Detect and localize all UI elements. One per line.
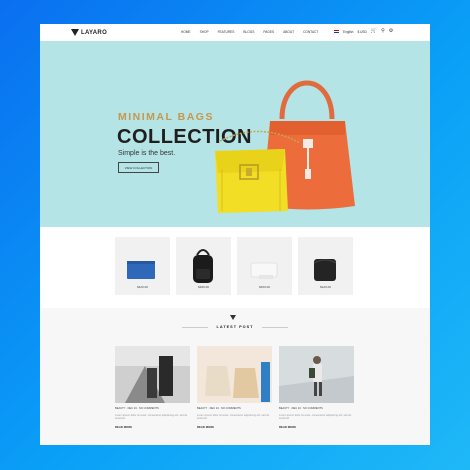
product-image[interactable]: $150.00: [237, 237, 292, 295]
divider: [262, 327, 288, 328]
post-excerpt: Lorem ipsum dolor sit amet, consectetur …: [197, 414, 270, 420]
tote-bags-photo-image: [197, 346, 272, 403]
product-price: $120.00: [137, 285, 148, 289]
product-image[interactable]: $120.00: [115, 237, 170, 295]
product-price: $180.00: [198, 285, 209, 289]
read-more-link[interactable]: Read More: [279, 425, 354, 429]
menu-item-pages[interactable]: Pages: [263, 30, 274, 34]
page-frame: LAYARO Home Shop Features Blogs Pages Ab…: [40, 24, 430, 445]
section-title: Latest Post: [216, 325, 254, 329]
hero-banner: MINIMAL BAGS COLLECTION Simple is the be…: [40, 41, 430, 237]
post-meta: Beauty · Dec 24 · No Comments: [279, 407, 323, 410]
post-meta: Beauty · Dec 24 · No Comments: [197, 407, 241, 410]
main-menu: Home Shop Features Blogs Pages About Con…: [181, 30, 318, 34]
cart-icon[interactable]: 🛒: [371, 29, 377, 34]
product-price: $150.00: [259, 285, 270, 289]
read-more-link[interactable]: Read More: [197, 425, 272, 429]
menu-item-blogs[interactable]: Blogs: [243, 30, 254, 34]
product-image[interactable]: $120.00: [298, 237, 353, 295]
post-image[interactable]: [197, 346, 272, 403]
orange-bag-lock: [303, 139, 313, 148]
post-excerpt: Lorem ipsum dolor sit amet, consectetur …: [279, 414, 352, 420]
read-more-link[interactable]: Read More: [115, 425, 190, 429]
hero-tagline: Simple is the best.: [118, 150, 176, 157]
view-collection-button[interactable]: View Collection: [118, 162, 159, 173]
menu-item-shop[interactable]: Shop: [200, 30, 209, 34]
blog-post[interactable]: Beauty · Dec 24 · No Comments Lorem ipsu…: [279, 346, 354, 429]
orange-bag-handle: [279, 80, 335, 120]
logo-icon: [71, 29, 79, 36]
product-price: $120.00: [320, 285, 331, 289]
menu-item-about[interactable]: About: [283, 30, 294, 34]
menu-item-contact[interactable]: Contact: [303, 30, 318, 34]
post-image[interactable]: [279, 346, 354, 403]
menu-item-features[interactable]: Features: [218, 30, 235, 34]
hero-bags-image: [215, 80, 355, 213]
product-image[interactable]: $180.00: [176, 237, 231, 295]
top-nav: LAYARO Home Shop Features Blogs Pages Ab…: [40, 24, 430, 41]
nav-tools: English $ USD 🛒 ⚲ ⚙: [334, 29, 393, 34]
search-icon[interactable]: ⚲: [381, 29, 385, 34]
logo[interactable]: LAYARO: [71, 29, 107, 36]
post-meta: Beauty · Dec 24 · No Comments: [115, 407, 159, 410]
blog-post[interactable]: Beauty · Dec 24 · No Comments Lorem ipsu…: [197, 346, 272, 429]
latest-post-section: Latest Post Beauty · Dec 24 · No Comment…: [40, 308, 430, 445]
post-image[interactable]: [115, 346, 190, 403]
currency-select[interactable]: $ USD: [357, 30, 366, 34]
backpack-woman-photo-image: [279, 346, 354, 403]
language-select[interactable]: English: [343, 30, 353, 34]
blog-post[interactable]: Beauty · Dec 24 · No Comments Lorem ipsu…: [115, 346, 190, 429]
menu-item-home[interactable]: Home: [181, 30, 191, 34]
bw-photo-image: [115, 346, 190, 403]
brand-name: LAYARO: [81, 29, 108, 36]
settings-icon[interactable]: ⚙: [389, 29, 393, 34]
flag-icon: [334, 30, 339, 33]
hero-subtitle: MINIMAL BAGS: [118, 111, 214, 123]
post-excerpt: Lorem ipsum dolor sit amet, consectetur …: [115, 414, 188, 420]
chevron-down-icon: [230, 315, 236, 320]
